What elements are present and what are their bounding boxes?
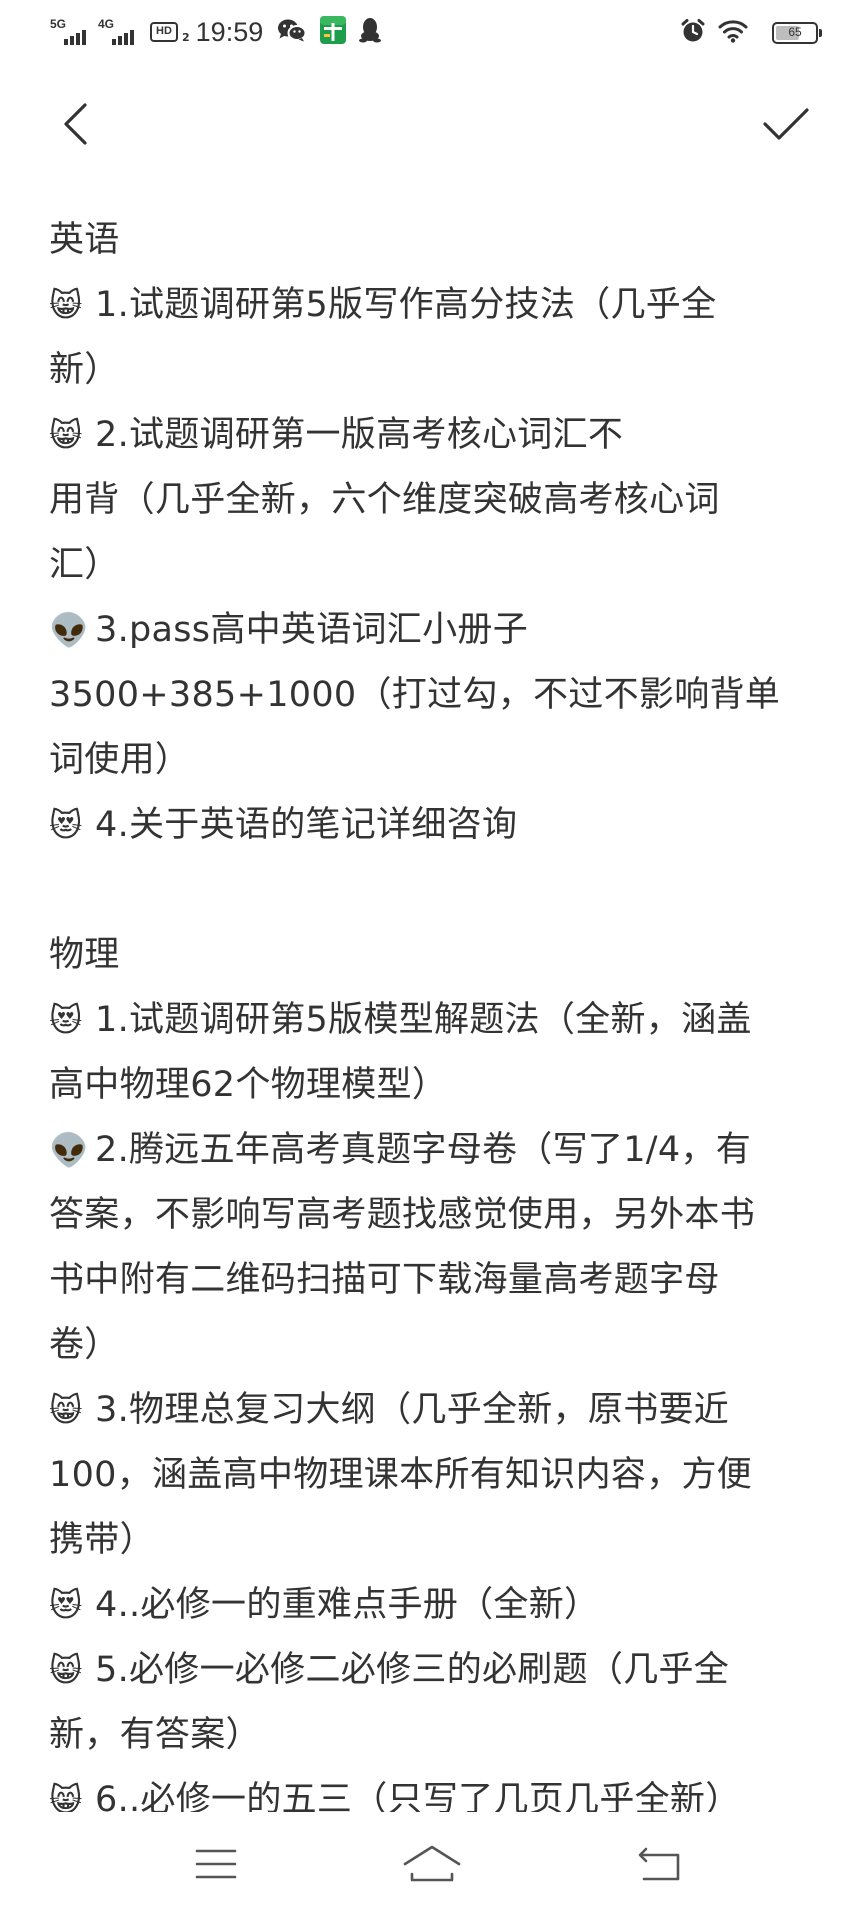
alarm-clock-icon [680,18,706,48]
back-arrow-icon [638,1845,682,1887]
emoji-icon: 😸 [49,1781,83,1812]
system-nav-bar [0,1810,864,1920]
note-line: 👽 2.腾远五年高考真题字母卷（写了1/4，有 [49,1118,825,1183]
confirm-button[interactable] [756,98,816,154]
battery-nub [819,29,822,37]
emoji-icon: 😻 [49,1001,83,1039]
note-line-text: 高中物理62个物理模型） [49,1065,448,1105]
note-line: 书中附有二维码扫描可下载海量高考题字母 [49,1248,825,1313]
home-icon [402,1844,462,1888]
qq-icon [359,17,382,47]
note-line-text: 5.必修一必修二必修三的必刷题（几乎全 [95,1650,730,1690]
status-bar-right: 65 [680,16,822,50]
note-line: 新，有答案） [49,1703,825,1768]
note-line: 😸 6..必修一的五三（只写了几页几乎全新） [49,1768,825,1812]
note-line: 高中物理62个物理模型） [49,1053,825,1118]
note-line-text: 物理 [49,935,120,975]
note-line: 词使用） [49,728,825,793]
status-bar: 5G 4G HD 2 19:59 65 [0,0,864,64]
note-line: 100，涵盖高中物理课本所有知识内容，方便 [49,1443,825,1508]
note-line-text: 2.试题调研第一版高考核心词汇不 [95,415,624,455]
signal-bars-icon [64,30,88,45]
home-button[interactable] [400,1838,464,1894]
status-time: 19:59 [195,16,264,47]
menu-icon [194,1847,238,1885]
note-line-text: 用背（几乎全新，六个维度突破高考核心词 [49,480,720,520]
note-line-text: 100，涵盖高中物理课本所有知识内容，方便 [49,1455,753,1495]
note-line-text: 英语 [49,220,120,260]
emoji-icon: 😻 [49,1586,83,1624]
emoji-icon: 😸 [49,416,83,454]
note-line: 卷） [49,1313,825,1378]
note-line-text: 3500+385+1000（打过勾，不过不影响背单 [49,675,781,715]
note-line: 👽 3.pass高中英语词汇小册子 [49,598,825,663]
note-line: 😸 2.试题调研第一版高考核心词汇不 [49,403,825,468]
note-line-text: 1.试题调研第5版写作高分技法（几乎全 [95,285,717,325]
note-editor[interactable]: 英语 😸 1.试题调研第5版写作高分技法（几乎全新） 😸 2.试题调研第一版高考核心词汇… [49,208,825,1812]
note-line-text: 卷） [49,1325,120,1365]
note-line [49,858,825,923]
signal-bars-icon [112,30,136,45]
note-line-text: 新，有答案） [49,1715,261,1755]
checkmark-icon [762,106,810,146]
note-line-text: 3.pass高中英语词汇小册子 [95,610,529,650]
emoji-icon: 😻 [49,806,83,844]
note-line: 汇） [49,533,825,598]
note-line-text: 汇） [49,545,120,585]
back-button[interactable] [48,98,104,154]
note-line: 新） [49,338,825,403]
note-line: 英语 [49,208,825,273]
nav-back-button[interactable] [628,1838,692,1894]
note-line-text: 6..必修一的五三（只写了几页几乎全新） [95,1780,741,1812]
note-line: 物理 [49,923,825,988]
hd-voice-badge: HD [150,22,178,42]
note-line: 😸 1.试题调研第5版写作高分技法（几乎全 [49,273,825,338]
note-line: 😻 4..必修一的重难点手册（全新） [49,1573,825,1638]
note-line: 3500+385+1000（打过勾，不过不影响背单 [49,663,825,728]
note-line-text: 2.腾远五年高考真题字母卷（写了1/4，有 [95,1130,752,1170]
emoji-icon: 👽 [49,611,90,649]
note-line: 携带） [49,1508,825,1573]
emoji-icon: 😸 [49,1391,83,1429]
chevron-left-icon [61,102,91,150]
cellular-signal-2: 4G [98,17,140,47]
note-line: 用背（几乎全新，六个维度突破高考核心词 [49,468,825,533]
note-line-text: 词使用） [49,740,191,780]
status-bar-left: 5G 4G HD 2 19:59 [50,14,393,50]
note-line-text: 4.关于英语的笔记详细咨询 [95,805,518,845]
note-line: 😸 3.物理总复习大纲（几乎全新，原书要近 [49,1378,825,1443]
battery-level: 65 [788,25,802,39]
note-line-text: 1.试题调研第5版模型解题法（全新，涵盖 [95,1000,752,1040]
cellular-signal-1: 5G [50,17,92,47]
note-line: 😸 5.必修一必修二必修三的必刷题（几乎全 [49,1638,825,1703]
note-line: 😻 1.试题调研第5版模型解题法（全新，涵盖 [49,988,825,1053]
wifi-icon [718,19,748,47]
note-line-text: 携带） [49,1520,155,1560]
hd-voice-sub: 2 [182,31,190,44]
wechat-icon [277,17,307,47]
note-toolbar [0,80,864,170]
note-line-text: 书中附有二维码扫描可下载海量高考题字母 [49,1260,720,1300]
note-line-text: 答案，不影响写高考题找感觉使用，另外本书 [49,1195,756,1235]
emoji-icon: 👽 [49,1131,90,1169]
note-line: 😻 4.关于英语的笔记详细咨询 [49,793,825,858]
battery-indicator: 65 [772,22,822,44]
note-line-text: 4..必修一的重难点手册（全新） [95,1585,600,1625]
emoji-icon: 😸 [49,1651,83,1689]
network-type-1: 5G [50,17,67,31]
note-line-text: 3.物理总复习大纲（几乎全新，原书要近 [95,1390,730,1430]
app-notification-icon [319,15,347,49]
note-line-text: 新） [49,350,120,390]
emoji-icon: 😸 [49,286,83,324]
network-type-2: 4G [98,17,115,31]
menu-button[interactable] [184,1838,248,1894]
note-line: 答案，不影响写高考题找感觉使用，另外本书 [49,1183,825,1248]
